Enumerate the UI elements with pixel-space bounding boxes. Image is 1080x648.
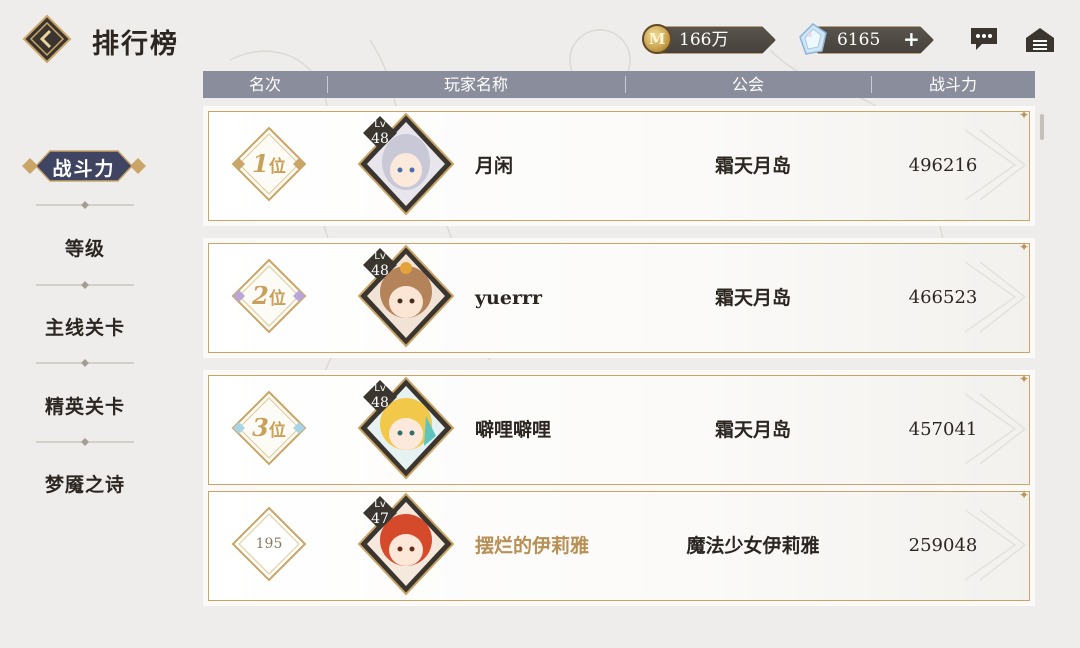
power-value: 457041 (908, 419, 978, 440)
column-power: 战斗力 (928, 75, 977, 94)
guild-name: 霜天月岛 (714, 419, 791, 441)
power-value: 259048 (908, 535, 978, 556)
level-badge: Lv 48 (363, 248, 397, 282)
gem-icon (799, 23, 827, 55)
power-value: 466523 (908, 287, 978, 308)
table-header: 名次 玩家名称 公会 战斗力 (203, 71, 1035, 98)
back-icon[interactable] (22, 14, 72, 64)
rank-label: 2位 (252, 281, 286, 310)
level-badge: Lv 48 (363, 116, 397, 150)
sidebar-item-main-stage[interactable]: 主线关卡 (0, 313, 170, 340)
sidebar-divider (36, 359, 134, 367)
rank-label: 3位 (252, 413, 286, 442)
player-name: 噼哩噼哩 (475, 419, 552, 441)
player-name: yuerrr (475, 287, 542, 309)
guild-name: 霜天月岛 (714, 155, 791, 177)
coin-icon: M (642, 24, 672, 54)
sidebar-divider (36, 438, 134, 446)
rank-label: 1位 (252, 149, 286, 178)
sidebar-item-elite-stage[interactable]: 精英关卡 (0, 392, 170, 419)
level-badge: Lv 48 (363, 380, 397, 414)
guild-name: 霜天月岛 (714, 287, 791, 309)
level-badge: Lv 47 (363, 496, 397, 530)
scrollbar[interactable] (1040, 114, 1044, 140)
rank-label: 195 (255, 536, 283, 552)
table-row[interactable]: ✦ 2位 Lv 48 yuerrr 霜天月岛 466523 (203, 238, 1035, 358)
chat-icon[interactable] (968, 26, 1000, 52)
column-player: 玩家名称 (443, 75, 508, 94)
column-guild: 公会 (731, 75, 764, 94)
sidebar-item-level[interactable]: 等级 (0, 234, 170, 261)
power-value: 496216 (908, 155, 978, 176)
table-row[interactable]: ✦ 1位 Lv 48 月闲 霜天月岛 496216 (203, 106, 1035, 226)
sidebar-item-power[interactable]: 战斗力 (22, 154, 146, 181)
player-name: 月闲 (475, 155, 514, 177)
guild-name: 魔法少女伊莉雅 (686, 535, 820, 557)
add-gem-button[interactable]: + (903, 27, 920, 51)
my-rank-row[interactable]: ✦ 195 Lv 47 摆烂的伊莉雅 魔法少女伊莉雅 259048 (203, 486, 1035, 606)
column-rank: 名次 (248, 75, 281, 94)
home-icon[interactable] (1024, 26, 1056, 54)
player-name: 摆烂的伊莉雅 (475, 535, 590, 557)
sidebar-item-nightmare[interactable]: 梦魇之诗 (0, 470, 170, 497)
sidebar-divider (36, 201, 134, 209)
sidebar-divider (36, 281, 134, 289)
table-row[interactable]: ✦ 3位 Lv 48 噼哩噼哩 霜天月岛 457041 (203, 370, 1035, 490)
page-title: 排行榜 (92, 29, 179, 60)
